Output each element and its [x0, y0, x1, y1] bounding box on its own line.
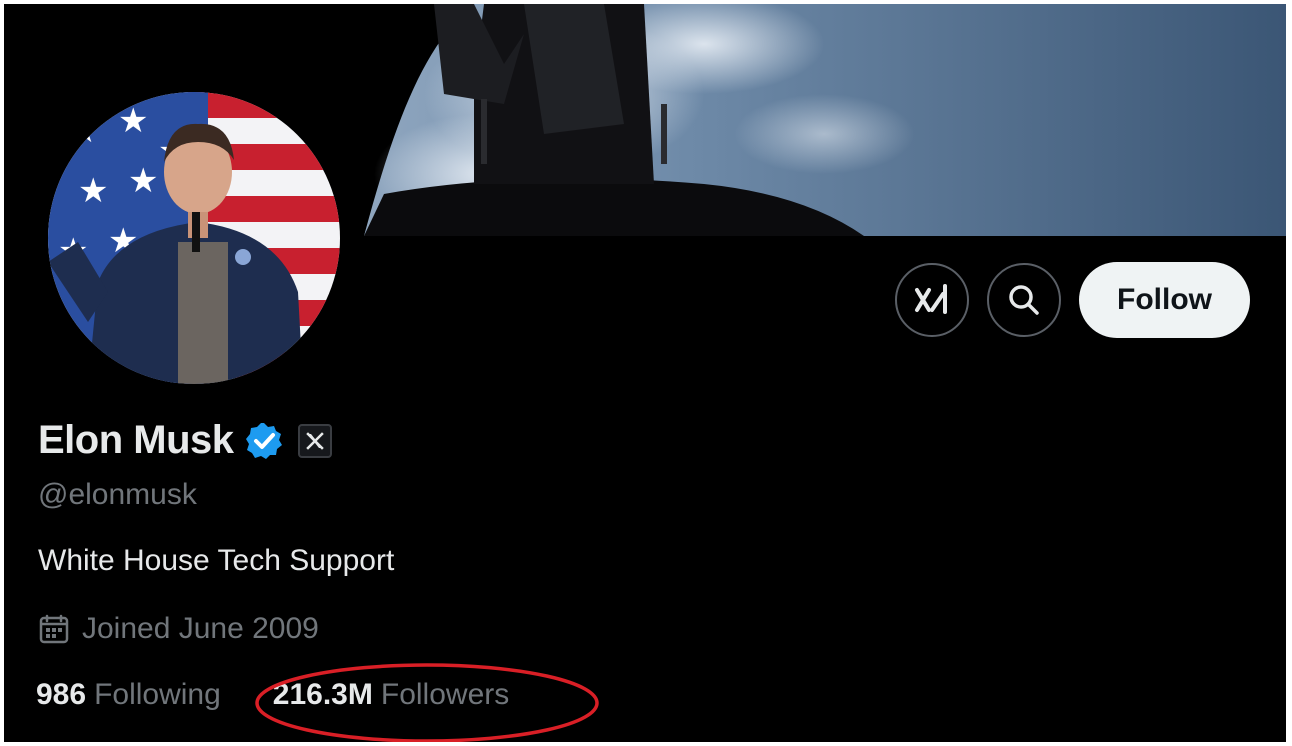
avatar[interactable]: ★ ★ ★ ★ ★ ★ ★ ★: [44, 88, 344, 388]
xai-icon: [915, 284, 948, 314]
x-logo-icon[interactable]: [297, 423, 332, 458]
following-link[interactable]: 986 Following: [36, 678, 221, 712]
following-count: 986: [36, 678, 87, 711]
svg-text:★: ★: [118, 102, 148, 140]
profile-bio: White House Tech Support: [38, 544, 395, 577]
name-row: Elon Musk: [38, 418, 332, 463]
followers-label: Followers: [380, 678, 510, 711]
grok-button[interactable]: [895, 263, 970, 337]
display-name: Elon Musk: [38, 418, 234, 462]
username-handle: @elonmusk: [38, 478, 197, 511]
calendar-icon: [39, 614, 69, 644]
svg-text:★: ★: [128, 162, 158, 200]
join-date: Joined June 2009: [38, 612, 319, 646]
followers-count: 216.3M: [272, 678, 373, 711]
followers-link[interactable]: 216.3M Followers: [273, 678, 509, 712]
profile-page: ★ ★ ★ ★ ★ ★ ★ ★: [4, 4, 1286, 742]
join-date-text: Joined June 2009: [82, 612, 319, 645]
follow-button[interactable]: Follow: [1079, 262, 1250, 338]
profile-actions: Follow: [895, 262, 1250, 338]
verified-badge-icon[interactable]: [244, 421, 284, 461]
search-button[interactable]: [987, 263, 1062, 337]
svg-text:★: ★: [78, 172, 108, 210]
search-icon: [1009, 285, 1039, 315]
profile-stats: 986 Following 216.3M Followers: [36, 678, 509, 712]
following-label: Following: [94, 678, 221, 711]
